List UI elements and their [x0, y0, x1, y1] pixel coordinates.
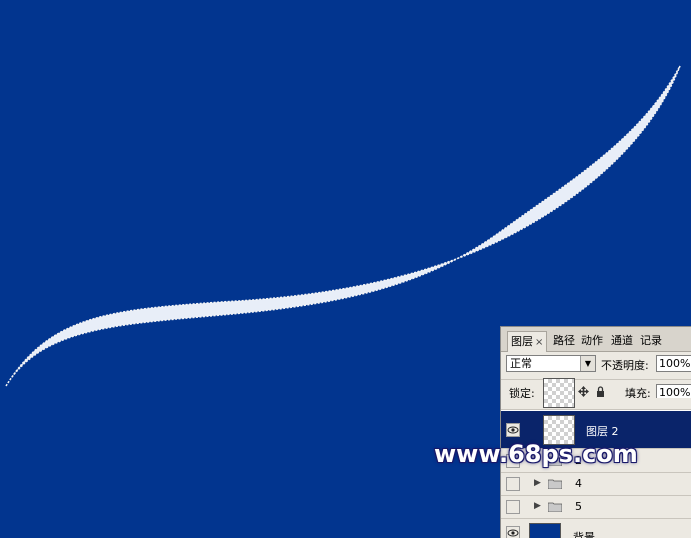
opacity-input[interactable]: 100%: [656, 355, 691, 372]
tab-layers-label: 图层: [511, 335, 533, 348]
visibility-toggle[interactable]: [506, 477, 520, 491]
layer-thumbnail: [543, 378, 575, 408]
blend-mode-select[interactable]: 正常 ▼: [506, 355, 596, 372]
lock-move-icon[interactable]: [578, 386, 589, 397]
tab-history[interactable]: 记录: [640, 333, 662, 349]
layer-name[interactable]: 图层 2: [586, 423, 619, 439]
visibility-toggle[interactable]: [506, 423, 520, 437]
layer-row[interactable]: ▶ 4: [501, 473, 691, 496]
tab-layers[interactable]: 图层 ×: [507, 331, 548, 352]
layer-row[interactable]: 背景: [501, 519, 691, 538]
expand-arrow-icon[interactable]: ▶: [534, 478, 541, 488]
layer-row[interactable]: ▶ 5: [501, 496, 691, 519]
visibility-toggle[interactable]: [506, 526, 520, 538]
layer-name[interactable]: 5: [575, 500, 582, 513]
watermark: www.68ps.com: [434, 440, 638, 468]
tab-channels[interactable]: 通道: [611, 333, 633, 349]
eye-icon: [507, 529, 519, 537]
layer-row-partial[interactable]: [501, 378, 691, 410]
expand-arrow-icon[interactable]: ▶: [534, 501, 541, 511]
folder-icon: [548, 479, 562, 489]
layer-thumbnail: [529, 523, 561, 538]
lock-all-icon[interactable]: [595, 386, 606, 397]
layers-list: 图层 2 ▶ 2 ▶ 4 ▶ 5 背景: [501, 378, 691, 538]
panel-tabbar: 图层 × 路径 动作 通道 记录: [501, 327, 691, 352]
tab-paths[interactable]: 路径: [553, 333, 575, 349]
chevron-down-icon[interactable]: ▼: [580, 356, 595, 371]
folder-icon: [548, 502, 562, 512]
opacity-label: 不透明度:: [601, 359, 649, 372]
tab-actions[interactable]: 动作: [581, 333, 603, 349]
eye-icon: [507, 426, 519, 434]
blend-mode-value: 正常: [510, 357, 532, 370]
layers-panel: 图层 × 路径 动作 通道 记录 正常 ▼ 不透明度: 100% 锁定: 填充:…: [500, 326, 691, 538]
visibility-toggle[interactable]: [506, 500, 520, 514]
layer-name[interactable]: 4: [575, 477, 582, 490]
tab-close-icon[interactable]: ×: [535, 337, 543, 348]
blend-opacity-row: 正常 ▼ 不透明度: 100%: [501, 353, 691, 375]
